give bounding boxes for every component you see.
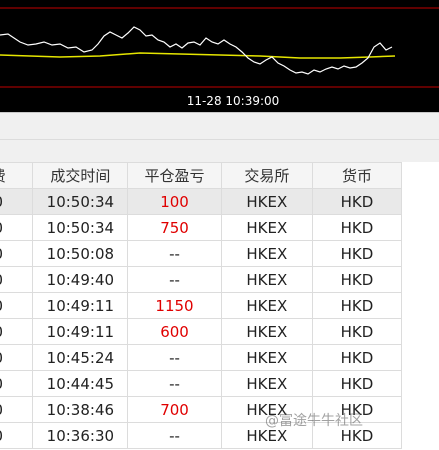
panel-toolbar [0,112,439,162]
cell-realized-pnl: -- [127,240,222,267]
cell-realized-pnl: 100 [127,188,222,215]
table-row[interactable]: 010:45:24--HKEXHKD [0,344,403,371]
table-row[interactable]: 010:50:08--HKEXHKD [0,240,403,267]
cell-exchange: HKEX [220,318,313,345]
table-row[interactable]: 010:50:34100HKEXHKD [0,188,403,215]
trade-records-table[interactable]: 费 成交时间 平仓盈亏 交易所 货币 010:50:34100HKEXHKD01… [0,162,439,450]
cell-trade-time: 10:49:40 [32,266,129,293]
divider [0,112,439,113]
cell-realized-pnl: 1150 [127,292,222,319]
cell-exchange: HKEX [220,188,313,215]
cell-trade-time: 10:50:08 [32,240,129,267]
crosshair-time-label: 11-28 10:39:00 [186,94,280,108]
cell-trade-time: 10:38:46 [32,396,129,423]
cell-fee: 0 [0,344,34,371]
cell-trade-time: 10:36:30 [32,422,129,449]
column-header-exchange[interactable]: 交易所 [220,162,313,189]
column-header-currency[interactable]: 货币 [311,162,403,189]
divider [0,139,439,140]
cell-currency: HKD [311,318,403,345]
cell-fee: 0 [0,318,34,345]
cell-realized-pnl: -- [127,266,222,293]
cell-trade-time: 10:44:45 [32,370,129,397]
column-header-fee[interactable]: 费 [0,162,34,189]
cell-realized-pnl: 700 [127,396,222,423]
cell-currency: HKD [311,240,403,267]
cell-realized-pnl: -- [127,370,222,397]
cell-exchange: HKEX [220,214,313,241]
cell-realized-pnl: 750 [127,214,222,241]
cell-trade-time: 10:50:34 [32,214,129,241]
cell-fee: 0 [0,214,34,241]
intraday-chart[interactable]: 11-28 10:39:00 [0,0,439,112]
table-row[interactable]: 010:49:40--HKEXHKD [0,266,403,293]
cell-trade-time: 10:45:24 [32,344,129,371]
cell-currency: HKD [311,266,403,293]
table-header-row: 费 成交时间 平仓盈亏 交易所 货币 [0,162,403,189]
average-price-line [0,52,396,59]
cell-currency: HKD [311,344,403,371]
cell-exchange: HKEX [220,344,313,371]
cell-exchange: HKEX [220,292,313,319]
table-row[interactable]: 010:49:11600HKEXHKD [0,318,403,345]
cell-fee: 0 [0,266,34,293]
cell-fee: 0 [0,370,34,397]
watermark-text: @富途牛牛社区 [265,413,363,429]
table-row[interactable]: 010:49:111150HKEXHKD [0,292,403,319]
price-line [0,26,393,75]
cell-fee: 0 [0,292,34,319]
cell-fee: 0 [0,240,34,267]
table-row[interactable]: 010:44:45--HKEXHKD [0,370,403,397]
cell-currency: HKD [311,370,403,397]
cell-fee: 0 [0,422,34,449]
cell-currency: HKD [311,214,403,241]
cell-exchange: HKEX [220,370,313,397]
cell-realized-pnl: 600 [127,318,222,345]
column-header-realized-pnl[interactable]: 平仓盈亏 [127,162,222,189]
cell-trade-time: 10:50:34 [32,188,129,215]
cell-currency: HKD [311,188,403,215]
cell-realized-pnl: -- [127,344,222,371]
cell-exchange: HKEX [220,266,313,293]
cell-realized-pnl: -- [127,422,222,449]
cell-fee: 0 [0,396,34,423]
cell-trade-time: 10:49:11 [32,292,129,319]
column-header-trade-time[interactable]: 成交时间 [32,162,129,189]
cell-currency: HKD [311,292,403,319]
table-row[interactable]: 010:50:34750HKEXHKD [0,214,403,241]
cell-exchange: HKEX [220,240,313,267]
cell-trade-time: 10:49:11 [32,318,129,345]
cell-fee: 0 [0,188,34,215]
